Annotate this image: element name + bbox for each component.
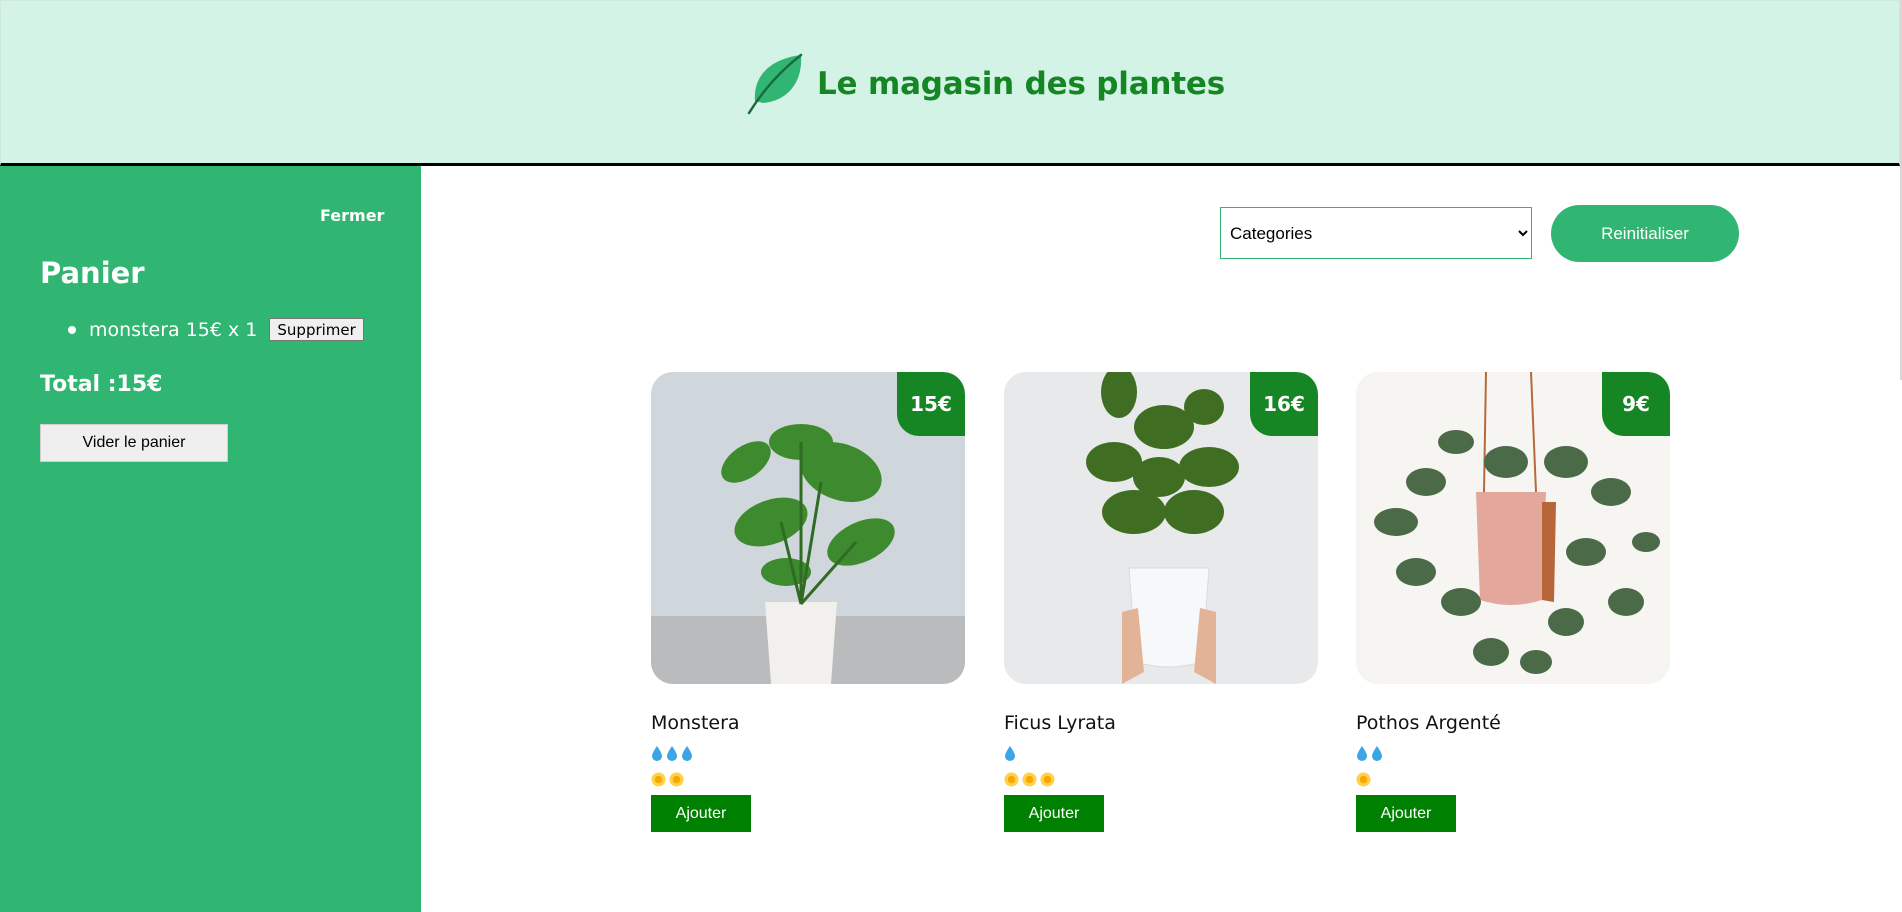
- water-drop-icon: [1005, 746, 1015, 761]
- water-rating: [1356, 742, 1670, 764]
- price-badge: 16€: [1250, 372, 1318, 436]
- site-header: Le magasin des plantes: [0, 0, 1900, 166]
- water-drop-icon: [1372, 746, 1382, 761]
- plant-card: 15€ Monstera Ajouter: [651, 372, 965, 832]
- remove-item-button[interactable]: Supprimer: [269, 318, 364, 341]
- water-drop-icon: [652, 746, 662, 761]
- cart-sidebar: Fermer Panier monstera 15€ x 1 Supprimer…: [0, 166, 421, 912]
- site-title: Le magasin des plantes: [817, 66, 1225, 102]
- water-drop-icon: [1357, 746, 1367, 761]
- sun-icon: [669, 771, 684, 787]
- plant-image: 16€: [1004, 372, 1318, 684]
- light-rating: [651, 768, 965, 790]
- water-rating: [1004, 742, 1318, 764]
- cart-total: Total :15€: [40, 372, 163, 397]
- plant-name: Pothos Argenté: [1356, 712, 1501, 734]
- water-drop-icon: [682, 746, 692, 761]
- sun-icon: [1356, 771, 1371, 787]
- empty-cart-button[interactable]: Vider le panier: [40, 424, 228, 462]
- sun-icon: [1040, 771, 1055, 787]
- cart-item: monstera 15€ x 1 Supprimer: [68, 318, 364, 341]
- sun-icon: [1022, 771, 1037, 787]
- price-badge: 9€: [1602, 372, 1670, 436]
- plant-name: Ficus Lyrata: [1004, 712, 1116, 734]
- add-to-cart-button[interactable]: Ajouter: [1004, 795, 1104, 832]
- water-rating: [651, 742, 965, 764]
- sun-icon: [1004, 771, 1019, 787]
- leaf-icon: [747, 53, 803, 115]
- plant-image: 15€: [651, 372, 965, 684]
- plant-image: 9€: [1356, 372, 1670, 684]
- brand: Le magasin des plantes: [745, 53, 1225, 115]
- plant-name: Monstera: [651, 712, 740, 734]
- add-to-cart-button[interactable]: Ajouter: [1356, 795, 1456, 832]
- cart-item-text: monstera 15€ x 1: [89, 318, 258, 341]
- water-drop-icon: [667, 746, 677, 761]
- price-badge: 15€: [897, 372, 965, 436]
- bullet-icon: [68, 325, 76, 334]
- light-rating: [1356, 768, 1670, 790]
- cart-list: monstera 15€ x 1 Supprimer: [68, 318, 364, 341]
- cart-title: Panier: [40, 256, 145, 290]
- light-rating: [1004, 768, 1318, 790]
- sun-icon: [651, 771, 666, 787]
- close-cart-button[interactable]: Fermer: [320, 206, 384, 225]
- plant-card: 16€ Ficus Lyrata Ajouter: [1004, 372, 1318, 832]
- plant-card: 9€ Pothos Argenté Ajouter: [1356, 372, 1670, 832]
- category-select[interactable]: Categories: [1220, 207, 1532, 259]
- reset-button[interactable]: Reinitialiser: [1551, 205, 1739, 262]
- add-to-cart-button[interactable]: Ajouter: [651, 795, 751, 832]
